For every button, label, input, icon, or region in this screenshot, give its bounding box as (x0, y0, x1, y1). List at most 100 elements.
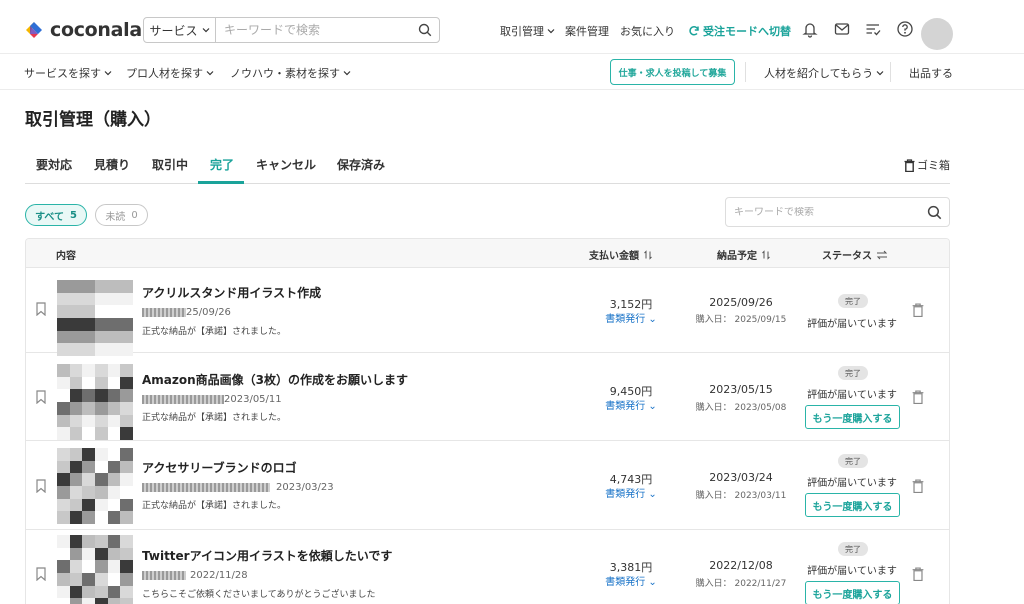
nav-projects[interactable]: 案件管理 (565, 23, 609, 39)
message-mail-icon[interactable] (833, 20, 851, 38)
service-thumbnail[interactable] (57, 364, 133, 440)
buy-again-button[interactable]: もう一度購入する (805, 493, 900, 517)
buy-again-button[interactable]: もう一度購入する (805, 581, 900, 604)
search-input[interactable] (216, 18, 411, 42)
mosaic-cell (95, 598, 108, 604)
trash-link[interactable]: ゴミ箱 (904, 157, 950, 173)
status-badge: 完了 (838, 366, 868, 380)
mosaic-cell (107, 305, 121, 318)
service-title[interactable]: アクリルスタンド用イラスト作成 (142, 284, 321, 301)
mosaic-cell (82, 448, 95, 461)
mosaic-cell (82, 486, 95, 499)
trash-label: ゴミ箱 (917, 159, 950, 172)
mosaic-cell (95, 585, 108, 599)
header-delivery-label: 納品予定 (717, 251, 757, 262)
mosaic-cell (69, 414, 83, 428)
tab-saved[interactable]: 保存済み (337, 156, 385, 173)
filter-unread-pill[interactable]: 未読 0 (95, 204, 148, 226)
sell-link[interactable]: 出品する (909, 65, 953, 81)
mosaic-cell (69, 560, 83, 573)
service-thumbnail[interactable] (57, 448, 133, 524)
search-category-select[interactable]: サービス (144, 18, 216, 42)
header-status-sort[interactable]: ステータス (822, 247, 888, 262)
tab-cancelled[interactable]: キャンセル (256, 156, 316, 173)
search-button[interactable] (411, 18, 439, 42)
list-search-input[interactable] (726, 206, 919, 218)
mosaic-cell (120, 573, 133, 586)
issue-documents-link[interactable]: 書類発行 ⌄ (586, 485, 676, 500)
buy-again-button[interactable]: もう一度購入する (805, 405, 900, 429)
mosaic-cell (82, 414, 95, 428)
list-search-button[interactable] (919, 205, 949, 220)
header-amount-sort[interactable]: 支払い金額 (589, 247, 653, 262)
switch-mode-label: 受注モードへ切替 (703, 25, 791, 38)
bookmark-icon[interactable] (35, 302, 47, 316)
post-job-button[interactable]: 仕事・求人を投稿して募集 (610, 59, 735, 85)
mosaic-cell (120, 292, 133, 306)
bookmark-icon[interactable] (35, 567, 47, 581)
issue-documents-link[interactable]: 書類発行 ⌄ (586, 573, 676, 588)
switch-mode-link[interactable]: 受注モードへ切替 (688, 23, 791, 39)
tab-action-required[interactable]: 要対応 (36, 156, 72, 173)
mosaic-cell (69, 573, 83, 586)
nav-transactions[interactable]: 取引管理 (500, 23, 555, 39)
table-row[interactable]: アクリルスタンド用イラスト作成 25/09/26 正式な納品が【承諾】されました… (26, 268, 949, 356)
help-icon[interactable] (896, 20, 914, 38)
status-tabs: 要対応 見積り 取引中 完了 キャンセル 保存済み ゴミ箱 (25, 148, 950, 184)
service-title[interactable]: Twitterアイコン用イラストを依頼したいです (142, 547, 392, 564)
mosaic-cell (107, 414, 121, 428)
trash-icon (904, 158, 915, 172)
filter-all-pill[interactable]: すべて 5 (25, 204, 87, 226)
issue-documents-link[interactable]: 書類発行 ⌄ (586, 397, 676, 412)
mosaic-cell (120, 486, 133, 499)
tab-quotes[interactable]: 見積り (94, 156, 130, 173)
delete-trash-icon[interactable] (912, 567, 924, 581)
mosaic-cell (120, 389, 133, 402)
find-service-menu[interactable]: サービスを探す (24, 65, 112, 81)
tab-in-progress[interactable]: 取引中 (152, 156, 188, 173)
header-delivery-sort[interactable]: 納品予定 (717, 247, 771, 262)
introduce-talent-menu[interactable]: 人材を紹介してもらう (764, 65, 884, 81)
mosaic-cell (69, 402, 83, 415)
mosaic-cell (69, 427, 83, 440)
delivery-date: 2023/03/24 (709, 471, 773, 484)
notification-bell-icon[interactable] (801, 20, 819, 38)
mosaic-cell (82, 473, 95, 486)
mosaic-cell (69, 376, 83, 390)
delete-trash-icon[interactable] (912, 303, 924, 317)
bookmark-icon[interactable] (35, 479, 47, 493)
table-row[interactable]: Amazon商品画像（3枚）の作成をお願いします 2023/05/11 正式な納… (26, 353, 949, 441)
coconala-logo[interactable]: coconala (24, 17, 142, 43)
table-row[interactable]: Twitterアイコン用イラストを依頼したいです 2022/11/28 こちらこ… (26, 530, 949, 604)
issue-documents-link[interactable]: 書類発行 ⌄ (586, 310, 676, 325)
purchase-date: 購入日： 2025/09/15 (695, 315, 787, 325)
order-date: 2022/11/28 (190, 570, 248, 581)
mosaic-cell (120, 376, 133, 390)
service-title[interactable]: Amazon商品画像（3枚）の作成をお願いします (142, 371, 408, 388)
user-avatar[interactable] (921, 18, 953, 50)
delete-trash-icon[interactable] (912, 479, 924, 493)
find-pro-menu[interactable]: プロ人材を探す (126, 65, 214, 81)
table-row[interactable]: アクセサリーブランドのロゴ 2023/03/23 正式な納品が【承諾】されました… (26, 441, 949, 530)
chevron-down-icon (547, 29, 555, 34)
service-thumbnail[interactable] (57, 535, 133, 604)
todo-list-icon[interactable] (864, 20, 882, 38)
service-thumbnail[interactable] (57, 280, 133, 356)
nav-favorites[interactable]: お気に入り (620, 23, 675, 39)
mosaic-cell (120, 598, 133, 604)
divider (745, 62, 746, 82)
mosaic-cell (107, 330, 121, 344)
delete-trash-icon[interactable] (912, 390, 924, 404)
latest-message: 正式な納品が【承諾】されました。 (142, 501, 287, 511)
seller-info: 2023/03/23 (142, 482, 334, 493)
seller-info: 25/09/26 (142, 307, 231, 318)
mosaic-cell (69, 305, 83, 318)
bookmark-icon[interactable] (35, 390, 47, 404)
introduce-talent-label: 人材を紹介してもらう (764, 67, 874, 80)
tab-completed[interactable]: 完了 (210, 156, 234, 173)
mosaic-cell (107, 486, 121, 499)
find-knowhow-menu[interactable]: ノウハウ・素材を探す (230, 65, 351, 81)
search-category-label: サービス (149, 23, 198, 38)
mosaic-cell (69, 498, 83, 512)
service-title[interactable]: アクセサリーブランドのロゴ (142, 459, 297, 476)
